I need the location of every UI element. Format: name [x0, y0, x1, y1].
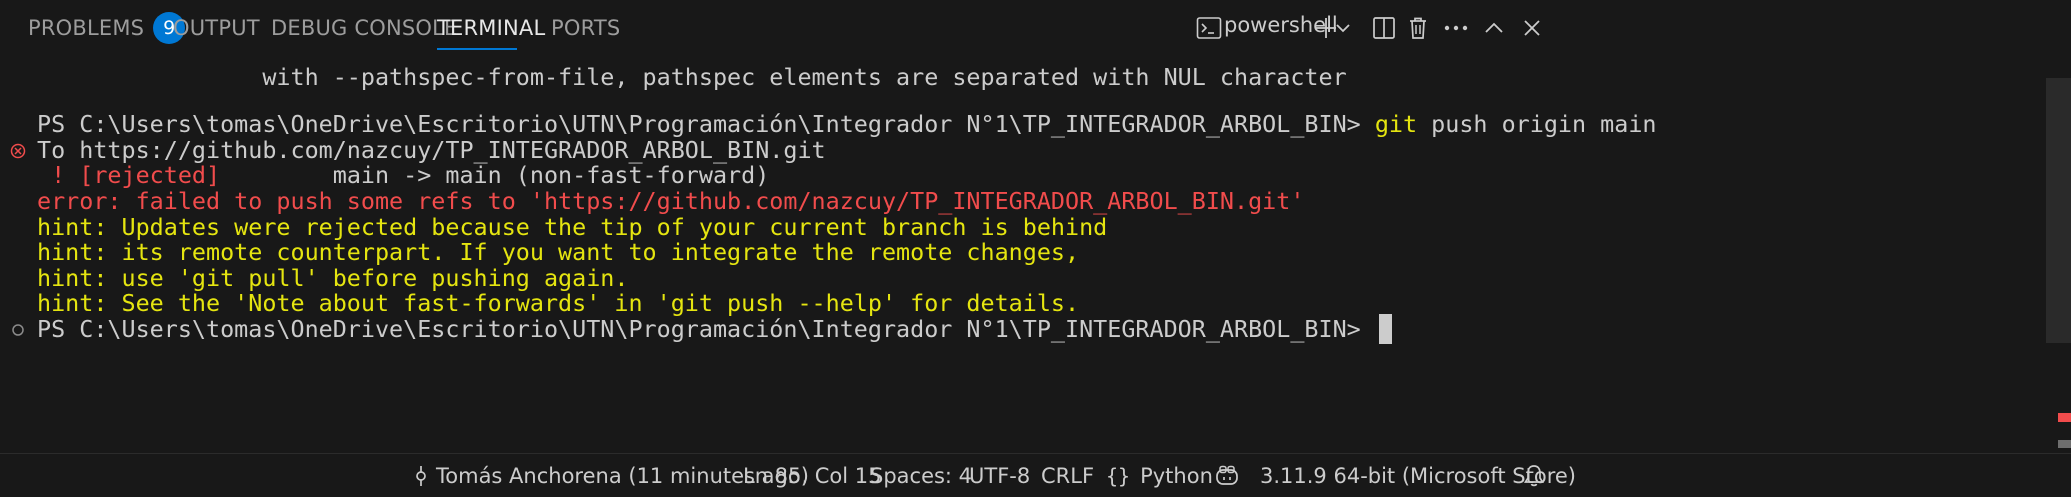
cursor-position-item[interactable]: Ln 85, Col 15: [743, 454, 882, 497]
terminal-output[interactable]: with --pathspec-from-file, pathspec elem…: [0, 60, 2046, 453]
bell-icon: [1523, 465, 1545, 487]
terminal-cursor: [1378, 313, 1392, 344]
braces-icon: {}: [1106, 464, 1131, 488]
more-icon[interactable]: [1438, 10, 1474, 46]
tab-problems-label: PROBLEMS: [28, 16, 145, 40]
scrollbar-thumb[interactable]: [2046, 78, 2071, 343]
tab-ports[interactable]: PORTS: [551, 0, 620, 56]
notifications-item[interactable]: [1523, 454, 1553, 497]
chevron-down-icon[interactable]: [1332, 10, 1354, 46]
panel-header: PROBLEMS 9 OUTPUT DEBUG CONSOLE TERMINAL…: [0, 0, 2071, 60]
language-mode-item[interactable]: {} Python: [1106, 454, 1213, 497]
overview-ruler-cursor-mark: [2058, 440, 2071, 448]
copilot-icon: [1216, 465, 1238, 485]
tab-output-label: OUTPUT: [173, 16, 260, 40]
active-tab-indicator: [437, 48, 517, 50]
status-bar: Tomás Anchorena (11 minutes ago) Ln 85, …: [0, 453, 2071, 497]
close-icon[interactable]: [1514, 10, 1550, 46]
copilot-item[interactable]: [1214, 454, 1248, 497]
error-decoration-icon[interactable]: [9, 142, 27, 160]
command-name: git: [1374, 110, 1418, 138]
split-icon[interactable]: [1366, 10, 1402, 46]
terminal-line: with --pathspec-from-file, pathspec elem…: [37, 63, 1347, 91]
encoding-text: UTF-8: [969, 464, 1031, 488]
indentation-text: Spaces: 4: [870, 464, 973, 488]
tab-debug-console-label: DEBUG CONSOLE: [271, 16, 458, 40]
tab-ports-label: PORTS: [551, 16, 621, 40]
cursor-position-text: Ln 85, Col 15: [743, 464, 882, 488]
trash-icon[interactable]: [1400, 10, 1436, 46]
overview-ruler-error-mark: [2058, 413, 2071, 422]
encoding-item[interactable]: UTF-8: [969, 454, 1030, 497]
command-args: push origin main: [1417, 110, 1657, 138]
indentation-item[interactable]: Spaces: 4: [870, 454, 972, 497]
prompt-path: PS C:\Users\tomas\OneDrive\Escritorio\UT…: [37, 315, 1375, 343]
git-commit-icon: [416, 466, 426, 486]
empty-decoration-icon[interactable]: [9, 321, 27, 339]
tab-output[interactable]: OUTPUT: [173, 0, 260, 56]
tab-problems[interactable]: PROBLEMS 9: [28, 0, 186, 56]
eol-item[interactable]: CRLF: [1041, 454, 1094, 497]
eol-text: CRLF: [1041, 464, 1095, 488]
language-mode-text: Python: [1140, 464, 1213, 488]
terminal-icon[interactable]: [1191, 10, 1227, 46]
tab-terminal-label: TERMINAL: [437, 16, 546, 40]
tab-debug-console[interactable]: DEBUG CONSOLE: [271, 0, 458, 56]
chevron-up-icon[interactable]: [1476, 10, 1512, 46]
terminal-prompt-line: PS C:\Users\tomas\OneDrive\Escritorio\UT…: [37, 312, 1392, 346]
